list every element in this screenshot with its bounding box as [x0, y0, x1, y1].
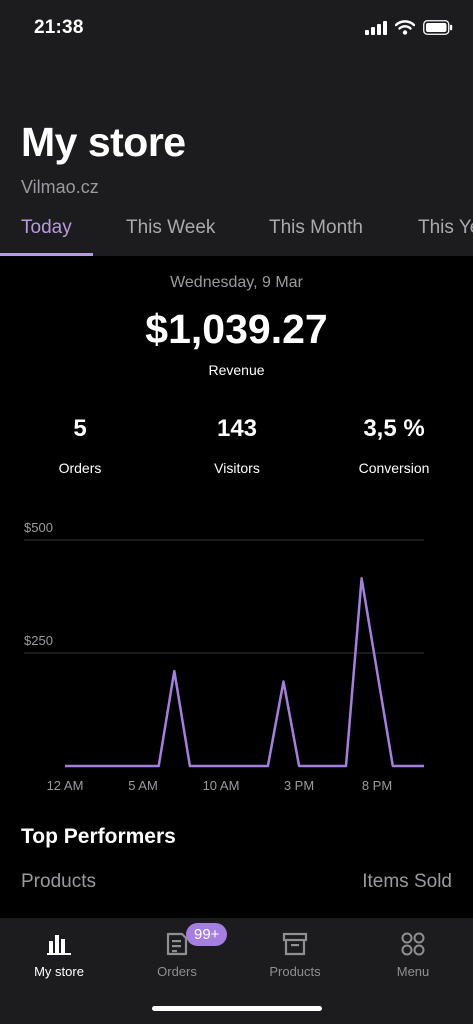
tab-bar-label: Orders: [157, 964, 197, 979]
tab-bar-label: My store: [34, 964, 84, 979]
tab-bar-my-store[interactable]: My store: [0, 918, 118, 988]
orders-badge: 99+: [186, 923, 228, 946]
revenue-label: Revenue: [208, 362, 265, 378]
tab-bar-orders[interactable]: 99+ Orders: [118, 918, 236, 988]
conversion-value: 3,5 %: [363, 415, 425, 442]
revenue-chart: $500 $250 12 AM 5 AM 10 AM 3 PM 8 PM: [24, 520, 424, 793]
tab-this-week[interactable]: This Week: [126, 217, 215, 239]
x-tick-label: 5 AM: [128, 778, 158, 793]
grid-circles-icon: [401, 932, 425, 956]
top-performers-title: Top Performers: [21, 825, 176, 848]
battery-icon: [423, 20, 453, 35]
x-tick-label: 10 AM: [203, 778, 240, 793]
store-name: Vilmao.cz: [21, 177, 99, 197]
items-sold-column-header: Items Sold: [362, 871, 452, 892]
home-indicator: [152, 1006, 322, 1011]
period-tabs: Today This Week This Month This Year: [0, 213, 473, 256]
revenue-line: [65, 577, 424, 768]
page-title: My store: [21, 119, 186, 165]
products-column-header: Products: [21, 871, 96, 892]
x-tick-label: 3 PM: [284, 778, 314, 793]
orders-label: Orders: [58, 460, 102, 476]
revenue-value: $1,039.27: [145, 306, 328, 352]
signal-icon: [365, 20, 387, 35]
tab-bar-products[interactable]: Products: [236, 918, 354, 988]
archive-box-icon: [282, 932, 308, 956]
tab-bar-label: Menu: [396, 964, 430, 979]
x-tick-label: 12 AM: [47, 778, 84, 793]
tab-this-month[interactable]: This Month: [269, 217, 363, 239]
active-tab-indicator: [0, 253, 93, 256]
x-tick-label: 8 PM: [362, 778, 392, 793]
y-tick-label: $500: [24, 520, 53, 535]
stat-orders: 5 Orders: [0, 414, 160, 476]
orders-value: 5: [73, 415, 87, 442]
status-icons: [365, 20, 453, 35]
tab-bar-menu[interactable]: Menu: [354, 918, 472, 988]
wifi-icon: [395, 20, 415, 35]
stat-conversion: 3,5 % Conversion: [314, 414, 473, 476]
bar-chart-icon: [47, 935, 71, 955]
stat-visitors: 143 Visitors: [157, 414, 317, 476]
visitors-label: Visitors: [214, 460, 260, 476]
status-time: 21:38: [34, 17, 84, 38]
y-tick-label: $250: [24, 633, 53, 648]
status-bar: 21:38: [0, 0, 473, 58]
header: My store Vilmao.cz Today This Week This …: [0, 58, 473, 256]
tab-today[interactable]: Today: [21, 217, 72, 239]
conversion-label: Conversion: [358, 460, 430, 476]
tab-this-year[interactable]: This Year: [418, 217, 473, 239]
tab-bar-label: Products: [269, 964, 321, 979]
date-label: Wednesday, 9 Mar: [170, 274, 303, 291]
visitors-value: 143: [216, 415, 258, 442]
